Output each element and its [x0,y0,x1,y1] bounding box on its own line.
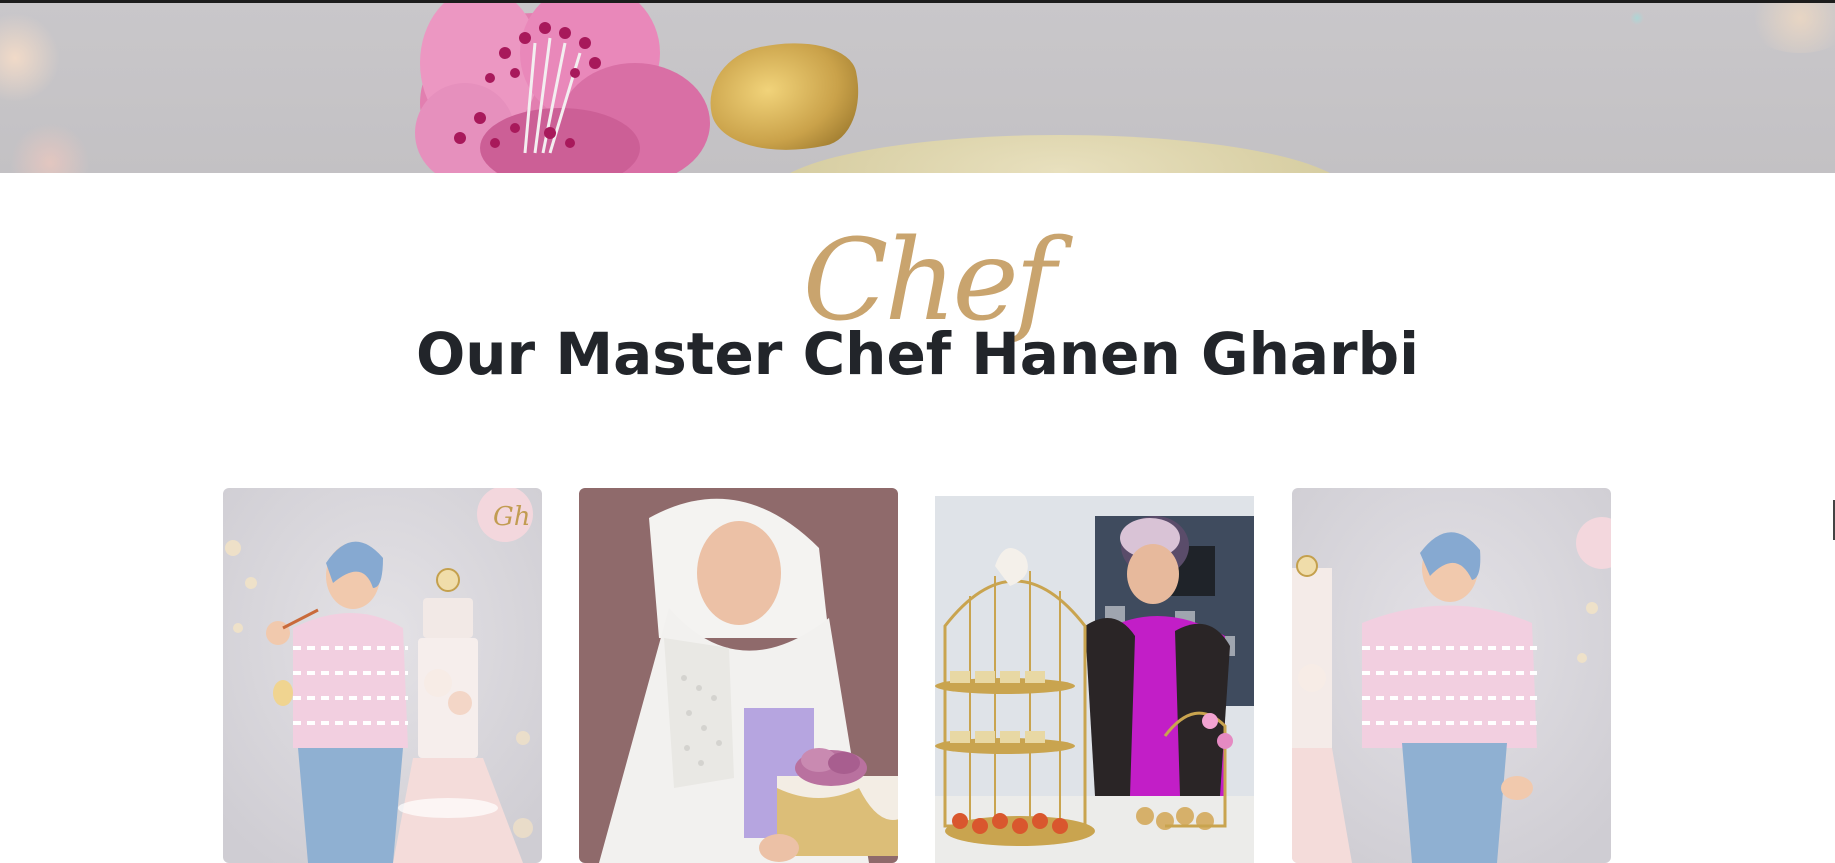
chef-photo [935,496,1254,863]
section-heading: Chef Our Master Chef Hanen Gharbi [0,225,1835,405]
gallery-card-chef-hijab[interactable] [579,488,898,863]
page-title: Our Master Chef Hanen Gharbi [415,320,1420,388]
bokeh-light [1630,11,1644,25]
chef-photo [1292,488,1611,863]
bokeh-light [0,13,60,103]
chef-photo: Gh [223,488,542,863]
hero-banner [0,0,1835,173]
gallery-card-chef-portrait[interactable] [1292,488,1611,863]
gallery-card-chef-pastries[interactable] [935,496,1254,863]
gallery-card-chef-cake[interactable]: Gh [223,488,542,863]
brand-logo: Gh [493,502,531,532]
cake-top-image [770,135,1350,173]
chef-photo [579,488,898,863]
bokeh-light [10,123,90,173]
sugar-flower-image [415,3,710,173]
bokeh-light [1745,3,1835,53]
